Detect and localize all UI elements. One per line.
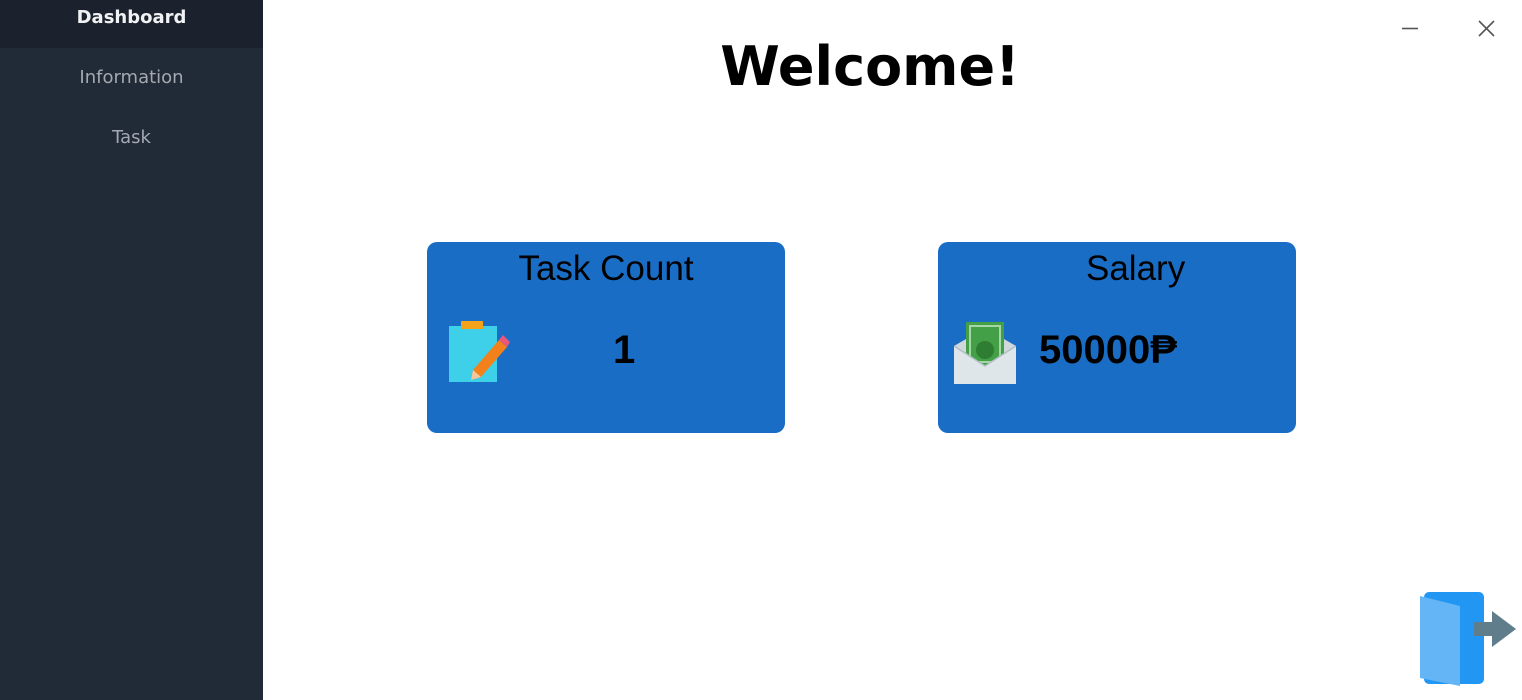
task-count-card: Task Count 1 xyxy=(427,242,785,433)
logout-button[interactable] xyxy=(1418,590,1518,688)
minimize-icon xyxy=(1402,27,1418,30)
clipboard-pencil-icon xyxy=(447,320,511,390)
money-envelope-icon xyxy=(953,320,1017,390)
app-window: Dashboard Information Task Welcome! Task… xyxy=(0,0,1522,700)
task-count-title: Task Count xyxy=(518,249,694,288)
sidebar-item-label: Information xyxy=(79,67,184,88)
logout-door-icon xyxy=(1420,592,1516,686)
salary-value: 50000₱ xyxy=(1039,328,1177,372)
task-count-value: 1 xyxy=(613,328,636,372)
minimize-button[interactable] xyxy=(1395,14,1425,44)
close-button[interactable] xyxy=(1471,14,1501,44)
sidebar-item-task[interactable]: Task xyxy=(0,120,263,168)
salary-card: Salary 50000₱ xyxy=(938,242,1296,433)
sidebar-item-information[interactable]: Information xyxy=(0,60,263,108)
page-title: Welcome! xyxy=(720,35,1020,98)
close-icon xyxy=(1478,20,1495,37)
sidebar: Dashboard Information Task xyxy=(0,0,263,700)
sidebar-item-dashboard[interactable]: Dashboard xyxy=(0,0,263,48)
sidebar-item-label: Task xyxy=(112,127,151,148)
main-content: Welcome! Task Count 1 Salary 50000₱ xyxy=(263,0,1522,700)
salary-title: Salary xyxy=(1086,249,1186,288)
sidebar-item-label: Dashboard xyxy=(76,7,187,28)
